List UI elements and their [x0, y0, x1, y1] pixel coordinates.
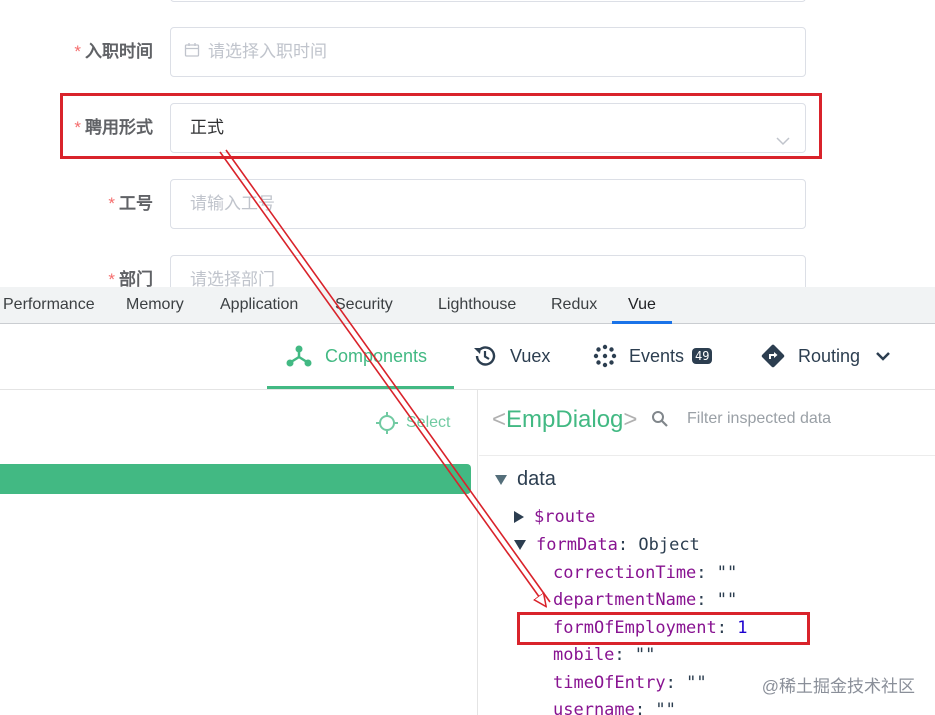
components-icon — [286, 345, 312, 367]
tab-redux[interactable]: Redux — [551, 287, 597, 324]
chevron-down-icon — [876, 352, 890, 361]
employee-form: * 入职时间 请选择入职时间 * 聘用形式 正式 * 工号 请输入工号 * 部门 请选择… — [0, 0, 935, 287]
data-section-label: data — [517, 468, 556, 490]
events-icon — [593, 344, 617, 368]
field-correction-time[interactable]: correctionTime: "" — [553, 563, 737, 583]
select-label: Select — [406, 414, 451, 431]
inspected-component-name: <EmpDialog> — [492, 406, 638, 433]
tab-memory[interactable]: Memory — [126, 287, 184, 324]
department-label: * 部门 — [108, 270, 153, 287]
tab-performance[interactable]: Performance — [3, 287, 95, 324]
routing-button[interactable]: Routing — [760, 324, 892, 388]
events-count-badge: 49 — [692, 348, 713, 364]
search-icon — [652, 411, 668, 427]
previous-field-edge — [170, 0, 806, 2]
triangle-down-icon — [495, 474, 507, 485]
watermark: @稀土掘金技术社区 — [761, 677, 915, 696]
form-row-work-number: * 工号 请输入工号 — [0, 179, 935, 229]
components-active-indicator — [267, 386, 454, 389]
component-tree-pane: Select — [0, 390, 478, 715]
directions-icon — [761, 344, 785, 368]
entry-time-placeholder: 请选择入职时间 — [208, 42, 327, 61]
tab-application[interactable]: Application — [220, 287, 298, 324]
inspector-header: <EmpDialog> Filter inspected data — [479, 390, 935, 456]
filter-inspected-data[interactable]: Filter inspected data — [651, 410, 831, 428]
calendar-icon — [184, 29, 200, 76]
field-time-of-entry[interactable]: timeOfEntry: "" — [553, 673, 707, 693]
entry-time-date-picker[interactable]: 请选择入职时间 — [170, 27, 806, 77]
required-mark: * — [108, 194, 115, 213]
triangle-down-icon — [514, 540, 526, 550]
components-button[interactable]: Components — [285, 324, 427, 388]
events-button[interactable]: Events 49 — [593, 324, 713, 388]
field-mobile[interactable]: mobile: "" — [553, 645, 655, 665]
entry-time-label: * 入职时间 — [74, 42, 153, 61]
highlight-box-form-of-employment — [517, 612, 810, 645]
vue-devtools-toolbar: Components Vuex Events 49 Routing — [0, 324, 935, 390]
work-number-input[interactable]: 请输入工号 — [170, 179, 806, 229]
field-username[interactable]: username: "" — [553, 700, 676, 715]
work-number-label: * 工号 — [108, 194, 153, 213]
selected-tree-row[interactable] — [0, 464, 471, 494]
triangle-right-icon — [514, 511, 524, 523]
tab-vue[interactable]: Vue — [628, 287, 656, 324]
routing-label: Routing — [798, 345, 861, 366]
components-label: Components — [325, 345, 428, 366]
filter-placeholder: Filter inspected data — [687, 410, 832, 427]
inspector-pane: <EmpDialog> Filter inspected data data $… — [479, 390, 935, 715]
vuex-label: Vuex — [510, 345, 551, 366]
events-label: Events — [629, 345, 685, 366]
tab-security[interactable]: Security — [335, 287, 393, 324]
crosshair-icon — [376, 412, 398, 434]
select-component-button[interactable]: Select — [376, 412, 450, 434]
required-mark: * — [74, 42, 81, 61]
vuex-button[interactable]: Vuex — [472, 324, 550, 388]
form-row-entry-time: * 入职时间 请选择入职时间 — [0, 27, 935, 77]
required-mark: * — [108, 270, 115, 287]
formdata-property[interactable]: formData: Object — [514, 535, 700, 555]
route-property[interactable]: $route — [514, 507, 595, 527]
department-select[interactable]: 请选择部门 — [170, 255, 806, 287]
devtools-tab-bar: Performance Memory Application Security … — [0, 287, 935, 324]
form-row-department: * 部门 请选择部门 — [0, 255, 935, 287]
field-department-name[interactable]: departmentName: "" — [553, 590, 737, 610]
highlight-box-employment-form — [60, 93, 822, 159]
data-section-toggle[interactable]: data — [495, 468, 556, 491]
tab-lighthouse[interactable]: Lighthouse — [438, 287, 516, 324]
history-icon — [474, 346, 496, 366]
